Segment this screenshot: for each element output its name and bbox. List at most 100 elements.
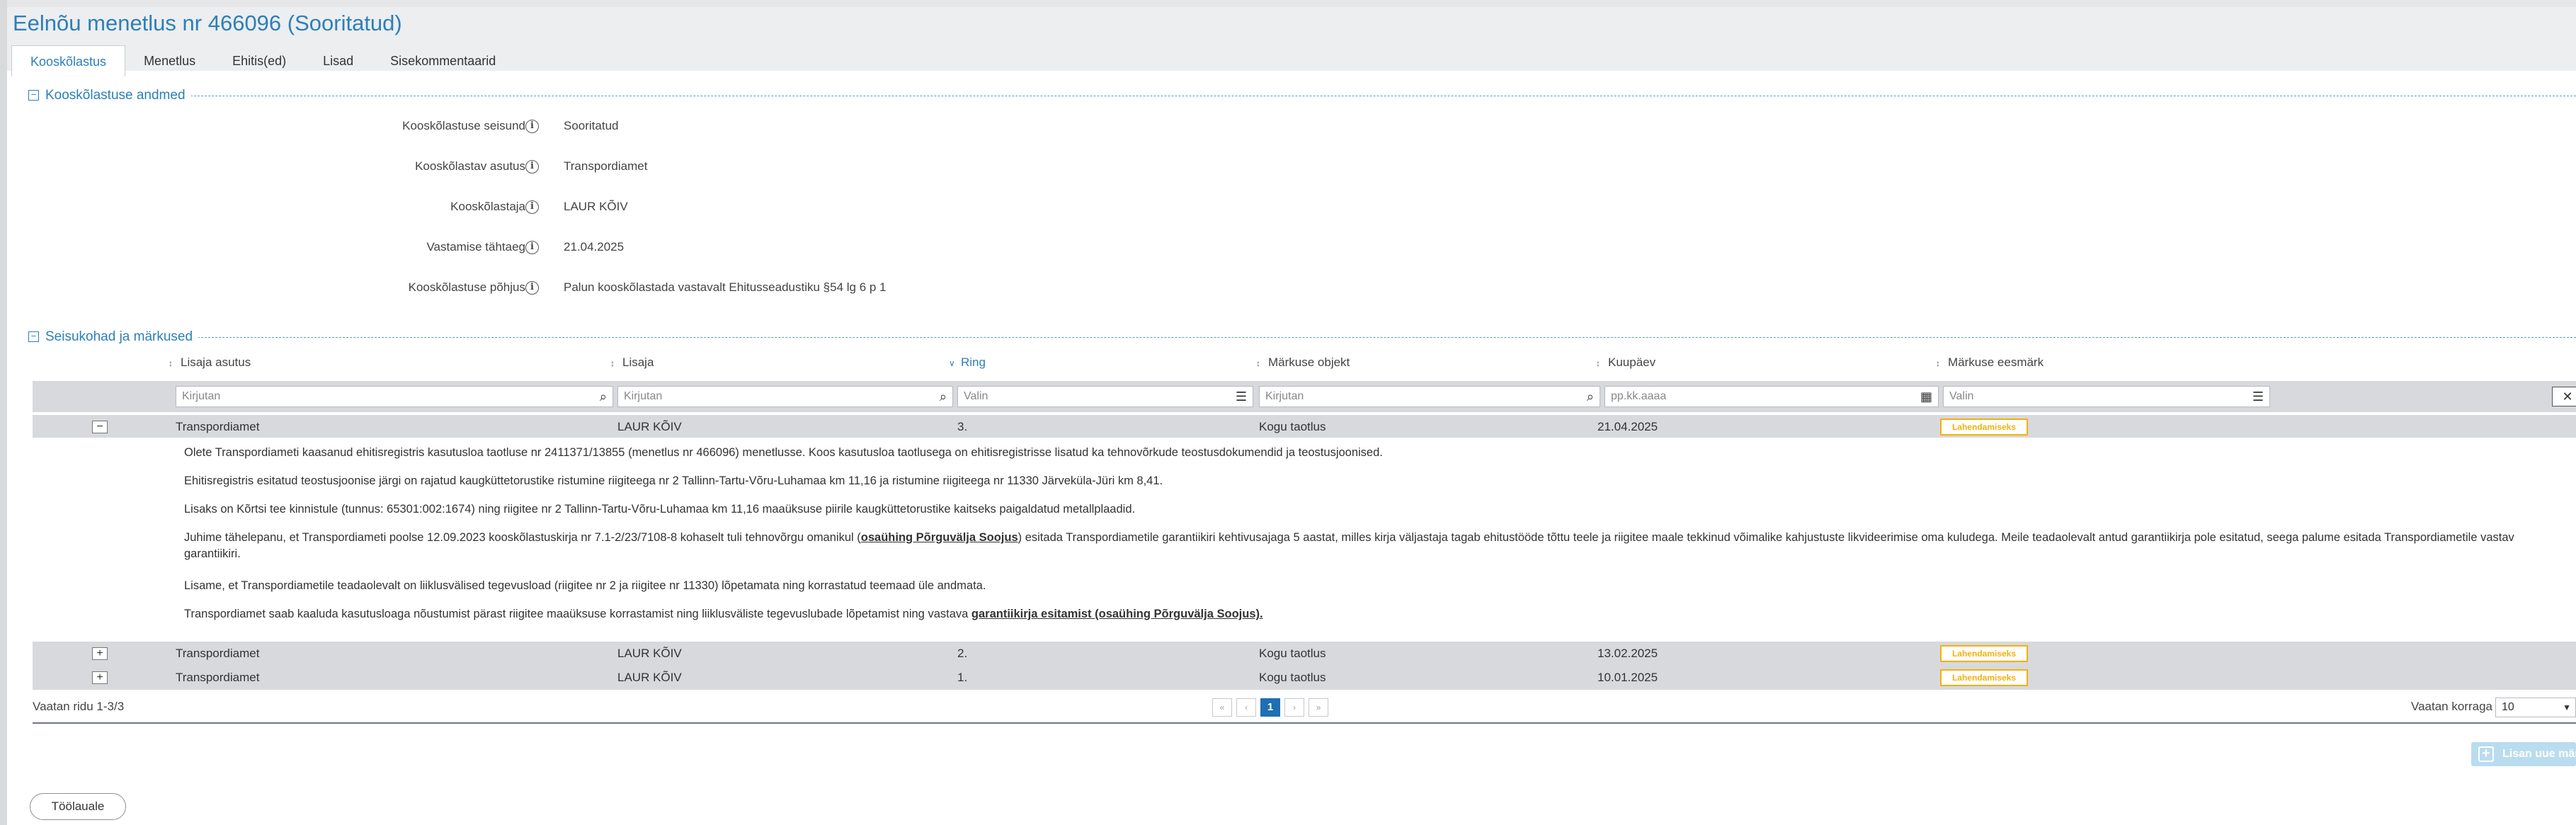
section-divider: [45, 337, 2576, 338]
tab-menetlus[interactable]: Menetlus: [125, 45, 214, 76]
per-page-select[interactable]: 10 ▼: [2495, 698, 2576, 717]
date-filter-input[interactable]: pp.kk.aaaa ▦: [1605, 386, 1939, 407]
detail-paragraph: Olete Transpordiameti kaasanud ehitisreg…: [184, 446, 1383, 459]
cell-object: Kogu taotlus: [1259, 671, 1326, 684]
search-icon[interactable]: ⌕: [940, 389, 947, 404]
cell-institution: Transpordiamet: [176, 420, 260, 433]
info-icon[interactable]: i: [525, 160, 539, 173]
field-label: Kooskõlastuse põhjus: [408, 280, 525, 294]
status-badge: Lahendamiseks: [1940, 419, 2028, 436]
left-edge-strip: [0, 0, 7, 825]
field-value: Transpordiamet: [564, 159, 648, 173]
per-page-label: Vaatan korraga: [2411, 700, 2492, 713]
column-header-purpose[interactable]: ↕ Märkuse eesmärk: [1936, 354, 2044, 372]
first-page-button[interactable]: «: [1212, 698, 1232, 717]
tab-kooskolastus[interactable]: Kooskõlastus: [11, 45, 126, 76]
info-icon[interactable]: i: [525, 241, 539, 254]
table-bottom-divider: [33, 722, 2576, 724]
sort-icon: ↕: [1936, 358, 1940, 368]
detail-emphasis: garantiikirja esitamist (osaühing Põrguv…: [971, 608, 1263, 620]
round-filter-select[interactable]: Valin ☰: [957, 386, 1253, 407]
tab-bar: Kooskõlastus Menetlus Ehitis(ed) Lisad S…: [11, 45, 514, 76]
info-icon[interactable]: i: [525, 281, 539, 295]
cell-date: 21.04.2025: [1597, 420, 1658, 433]
rows-info: Vaatan ridu 1-3/3: [33, 700, 125, 713]
positions-section-title: Seisukohad ja märkused: [45, 328, 199, 346]
add-remark-button[interactable]: +Lisan uue märkuse: [2471, 742, 2576, 766]
cell-round: 2.: [957, 647, 968, 660]
page-1-button[interactable]: 1: [1260, 698, 1280, 717]
search-icon[interactable]: ⌕: [1587, 389, 1594, 404]
column-header-round[interactable]: ∨ Ring: [949, 354, 986, 372]
chevron-down-icon: ▼: [2563, 702, 2571, 712]
positions-section-header: − Seisukohad ja märkused: [28, 328, 2576, 346]
table-footer: Vaatan ridu 1-3/3 « ‹ 1 › » Vaatan korra…: [33, 693, 2576, 721]
object-filter-input[interactable]: Kirjutan ⌕: [1259, 386, 1600, 407]
agreement-section-title: Kooskõlastuse andmed: [45, 86, 191, 105]
search-icon[interactable]: ⌕: [600, 389, 607, 404]
sort-icon: ↕: [610, 358, 615, 368]
row-detail: Olete Transpordiameti kaasanud ehitisreg…: [33, 438, 2576, 642]
table-row[interactable]: + Transpordiamet LAUR KÕIV 2. Kogu taotl…: [33, 642, 2576, 666]
detail-paragraph: Ehitisregistris esitatud teostusjoonise …: [184, 474, 1163, 487]
field-label: Kooskõlastuse seisund: [402, 119, 525, 132]
column-header-date[interactable]: ↕ Kuupäev: [1596, 354, 1655, 372]
cell-object: Kogu taotlus: [1259, 420, 1326, 433]
field-value: LAUR KÕIV: [564, 200, 628, 213]
prev-page-button[interactable]: ‹: [1236, 698, 1256, 717]
purpose-filter-select[interactable]: Valin ☰: [1943, 386, 2270, 407]
field-label: Kooskõlastav asutus: [415, 159, 525, 173]
sort-icon: ↕: [1256, 358, 1260, 368]
detail-emphasis: osaühing Põrguvälja Soojus: [860, 531, 1018, 544]
cell-date: 13.02.2025: [1597, 647, 1658, 660]
next-page-button[interactable]: ›: [1284, 698, 1304, 717]
institution-filter-input[interactable]: Kirjutan ⌕: [176, 386, 613, 407]
field-row-approver: Kooskõlastaja i LAUR KÕIV: [7, 196, 998, 217]
detail-paragraph: Lisame, et Transpordiametile teadaoleval…: [184, 579, 986, 592]
list-icon[interactable]: ☰: [2252, 389, 2264, 404]
cell-object: Kogu taotlus: [1259, 647, 1326, 660]
cell-round: 1.: [957, 671, 968, 684]
field-value: Sooritatud: [564, 119, 619, 132]
column-header-object[interactable]: ↕ Märkuse objekt: [1256, 354, 1350, 372]
collapse-row-icon[interactable]: −: [92, 421, 108, 433]
sort-icon: ↕: [169, 358, 173, 368]
info-icon[interactable]: i: [525, 120, 539, 133]
back-to-dashboard-button[interactable]: Töölauale: [30, 793, 126, 820]
field-row-status: Kooskõlastuse seisund i Sooritatud: [7, 115, 998, 137]
info-icon[interactable]: i: [525, 200, 539, 214]
filter-bar: Kirjutan ⌕ Kirjutan ⌕ Valin ☰ Kirjutan ⌕ pp.…: [33, 381, 2576, 412]
cell-author: LAUR KÕIV: [617, 647, 682, 660]
collapse-icon[interactable]: −: [28, 90, 39, 101]
cell-institution: Transpordiamet: [176, 647, 260, 660]
field-value: 21.04.2025: [564, 240, 625, 254]
tab-lisad[interactable]: Lisad: [304, 45, 372, 76]
expand-row-icon[interactable]: +: [92, 671, 108, 684]
page-title: Eelnõu menetlus nr 466096 (Sooritatud): [13, 11, 402, 35]
calendar-icon[interactable]: ▦: [1920, 389, 1932, 404]
cell-author: LAUR KÕIV: [617, 420, 682, 433]
column-header-institution[interactable]: ↕ Lisaja asutus: [169, 354, 251, 372]
field-row-institution: Kooskõlastav asutus i Transpordiamet: [7, 156, 998, 177]
header-area: Eelnõu menetlus nr 466096 (Sooritatud) K…: [7, 0, 2576, 76]
agreement-section-header: − Kooskõlastuse andmed: [28, 86, 2576, 105]
collapse-icon[interactable]: −: [28, 331, 39, 342]
cell-author: LAUR KÕIV: [617, 671, 682, 684]
plus-icon: +: [2478, 746, 2494, 762]
last-page-button[interactable]: »: [1309, 698, 1328, 717]
list-icon[interactable]: ☰: [1236, 389, 1247, 404]
column-header-author[interactable]: ↕ Lisaja: [610, 354, 654, 372]
table-row[interactable]: − Transpordiamet LAUR KÕIV 3. Kogu taotl…: [33, 415, 2576, 439]
tab-sisekommentaarid[interactable]: Sisekommentaarid: [372, 45, 514, 76]
main-area: Eelnõu menetlus nr 466096 (Sooritatud) K…: [7, 0, 2576, 825]
field-label: Vastamise tähtaeg: [426, 240, 525, 254]
table-row[interactable]: + Transpordiamet LAUR KÕIV 1. Kogu taotl…: [33, 666, 2576, 690]
pagination: « ‹ 1 › »: [1212, 698, 1333, 717]
author-filter-input[interactable]: Kirjutan ⌕: [617, 386, 953, 407]
status-badge: Lahendamiseks: [1940, 669, 2028, 686]
tab-ehitised[interactable]: Ehitis(ed): [214, 45, 304, 76]
clear-filters-button[interactable]: ✕: [2552, 387, 2576, 406]
detail-paragraph: Transpordiamet saab kaaluda kasutusloaga…: [184, 608, 1263, 620]
detail-paragraph: Lisaks on Kõrtsi tee kinnistule (tunnus:…: [184, 503, 1136, 516]
expand-row-icon[interactable]: +: [92, 647, 108, 660]
